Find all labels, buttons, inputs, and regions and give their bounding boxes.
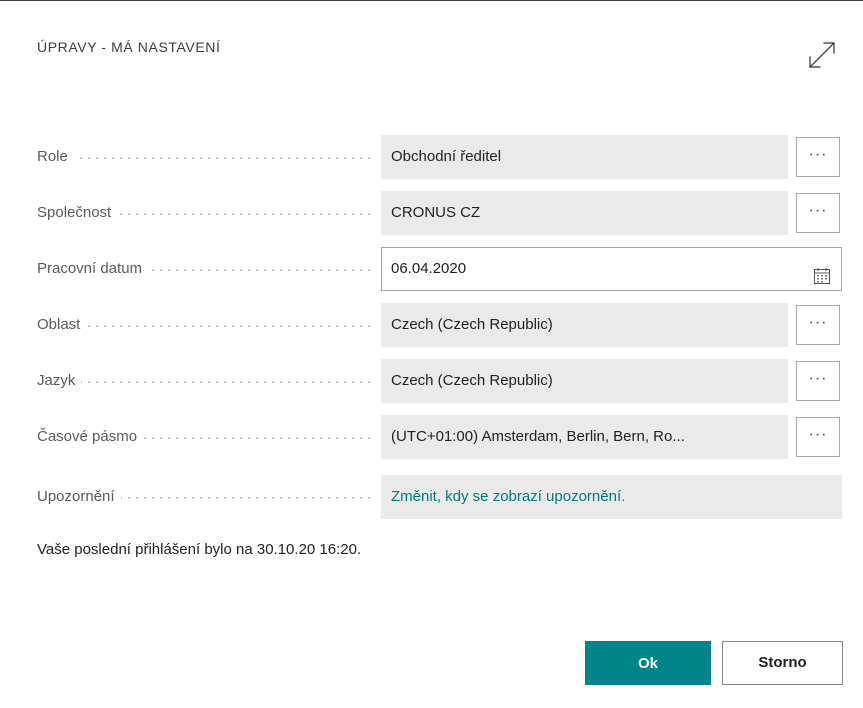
settings-dialog: ÚPRAVY - MÁ NASTAVENÍ Role Obchodní ředi… (0, 0, 863, 708)
notifications-link[interactable]: Změnit, kdy se zobrazí upozornění. (381, 475, 842, 519)
field-label-region: Oblast (37, 303, 370, 347)
language-lookup-button[interactable]: ··· (796, 361, 840, 401)
expand-arrows-icon[interactable] (805, 38, 839, 72)
field-label-time-zone: Časové pásmo (37, 415, 370, 459)
cancel-button[interactable]: Storno (722, 641, 843, 685)
time-zone-lookup-button[interactable]: ··· (796, 417, 840, 457)
field-row-role: Role Obchodní ředitel ··· (37, 135, 842, 179)
field-row-company: Společnost CRONUS CZ ··· (37, 191, 842, 235)
field-row-notifications: Upozornění Změnit, kdy se zobrazí upozor… (37, 475, 842, 519)
field-row-work-date: Pracovní datum 06.04.2020 (37, 247, 842, 291)
work-date-value: 06.04.2020 (391, 260, 467, 277)
field-label-role: Role (37, 135, 370, 179)
region-lookup-button[interactable]: ··· (796, 305, 840, 345)
field-row-language: Jazyk Czech (Czech Republic) ··· (37, 359, 842, 403)
ok-button[interactable]: Ok (585, 641, 711, 685)
region-field[interactable]: Czech (Czech Republic) (381, 303, 788, 347)
last-login-text: Vaše poslední přihlášení bylo na 30.10.2… (37, 541, 362, 558)
company-lookup-button[interactable]: ··· (796, 193, 840, 233)
field-label-company: Společnost (37, 191, 370, 235)
field-row-time-zone: Časové pásmo (UTC+01:00) Amsterdam, Berl… (37, 415, 842, 459)
role-lookup-button[interactable]: ··· (796, 137, 840, 177)
field-label-language: Jazyk (37, 359, 370, 403)
work-date-input[interactable]: 06.04.2020 (381, 247, 842, 291)
time-zone-field[interactable]: (UTC+01:00) Amsterdam, Berlin, Bern, Ro.… (381, 415, 788, 459)
company-field[interactable]: CRONUS CZ (381, 191, 788, 235)
language-field[interactable]: Czech (Czech Republic) (381, 359, 788, 403)
dialog-title: ÚPRAVY - MÁ NASTAVENÍ (37, 39, 221, 55)
field-label-work-date: Pracovní datum (37, 247, 370, 291)
role-field[interactable]: Obchodní ředitel (381, 135, 788, 179)
calendar-icon[interactable] (813, 260, 831, 284)
field-row-region: Oblast Czech (Czech Republic) ··· (37, 303, 842, 347)
field-label-notifications: Upozornění (37, 475, 370, 519)
